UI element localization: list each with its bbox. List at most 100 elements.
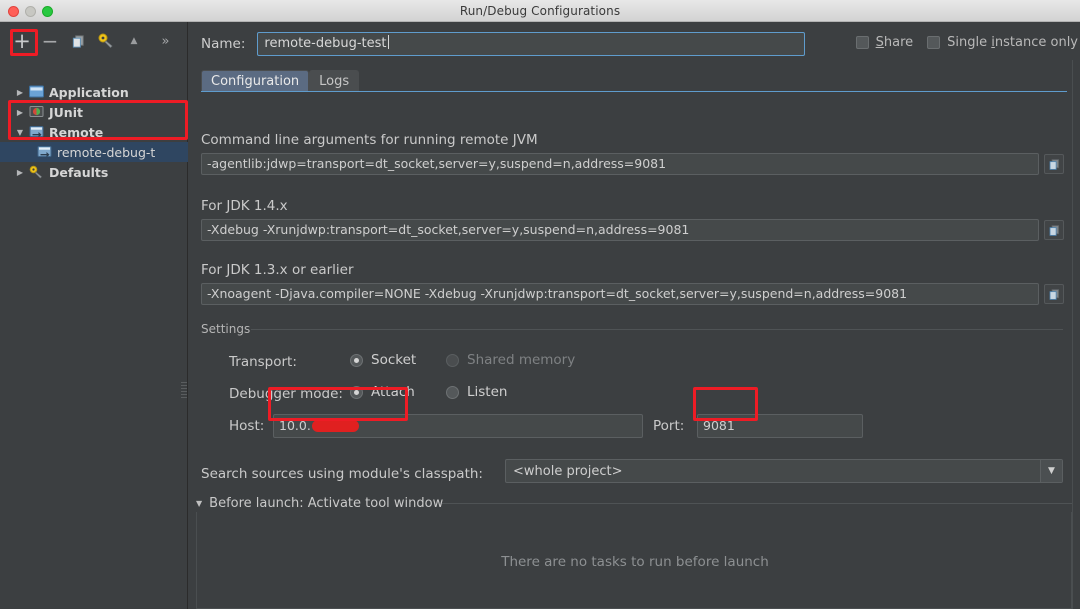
- checkbox-box[interactable]: [856, 36, 869, 49]
- wrench-icon: [98, 33, 114, 49]
- tree-item-application[interactable]: ▶ Application: [0, 82, 188, 102]
- tree-item-junit[interactable]: ▶ JUnit: [0, 102, 188, 122]
- configuration-tab-content: Command line arguments for running remot…: [189, 92, 1080, 504]
- radio-label: Listen: [467, 384, 507, 400]
- before-launch-header[interactable]: ▼ Before launch: Activate tool window: [196, 496, 443, 511]
- tree-item-label: Remote: [49, 125, 103, 140]
- debugger-mode-attach-radio[interactable]: Attach: [350, 384, 415, 400]
- add-configuration-button[interactable]: +: [10, 30, 34, 52]
- host-value: 10.0.: [279, 418, 311, 433]
- chevron-down-icon[interactable]: ▼: [196, 499, 202, 508]
- overflow-toolbar-button[interactable]: »: [150, 30, 174, 52]
- transport-socket-radio[interactable]: Socket: [350, 352, 416, 368]
- before-launch-tasks-list[interactable]: There are no tasks to run before launch: [196, 512, 1072, 609]
- checkbox-box[interactable]: [927, 36, 940, 49]
- copy-configuration-button[interactable]: [66, 30, 90, 52]
- close-window-button[interactable]: [8, 6, 19, 17]
- jdk13-label: For JDK 1.3.x or earlier: [201, 262, 354, 278]
- debugger-mode-label: Debugger mode:: [229, 386, 343, 402]
- move-up-button[interactable]: ▲: [122, 30, 146, 52]
- tab-logs[interactable]: Logs: [309, 70, 359, 92]
- tree-item-label: JUnit: [49, 105, 83, 120]
- double-chevron-right-icon: »: [162, 34, 170, 49]
- chevron-right-icon[interactable]: ▶: [12, 88, 28, 97]
- remote-config-icon: [36, 145, 53, 159]
- window-title: Run/Debug Configurations: [0, 4, 1080, 18]
- redaction-overlay: [312, 420, 359, 432]
- sidebar-toolbar: + − ▲ »: [0, 28, 188, 54]
- share-label: Share: [876, 35, 914, 50]
- radio-button[interactable]: [350, 354, 363, 367]
- panel-right-edge: [1072, 60, 1073, 609]
- host-input[interactable]: 10.0.: [273, 414, 643, 438]
- before-launch-empty-text: There are no tasks to run before launch: [197, 554, 1073, 570]
- configurations-tree: ▶ Application ▶ JUnit ▼: [0, 82, 188, 182]
- tree-item-label: Defaults: [49, 165, 108, 180]
- single-instance-label: Single instance only: [947, 35, 1078, 50]
- jdk14-field[interactable]: -Xdebug -Xrunjdwp:transport=dt_socket,se…: [201, 219, 1039, 241]
- remote-icon: [28, 125, 45, 139]
- defaults-icon: [28, 165, 45, 179]
- copy-jdk14-button[interactable]: [1044, 220, 1064, 240]
- classpath-value: <whole project>: [506, 464, 1040, 479]
- editor-tabs: Configuration Logs: [201, 68, 359, 92]
- radio-button[interactable]: [350, 386, 363, 399]
- copy-icon: [71, 34, 86, 49]
- host-label: Host:: [229, 418, 264, 434]
- application-icon: [28, 85, 45, 99]
- radio-button: [446, 354, 459, 367]
- before-launch-title: Before launch: Activate tool window: [209, 496, 443, 511]
- text-cursor: [388, 35, 389, 49]
- port-label: Port:: [653, 418, 684, 434]
- jdk14-label: For JDK 1.4.x: [201, 198, 288, 214]
- minimize-window-button[interactable]: [25, 6, 36, 17]
- name-input-value: remote-debug-test: [264, 36, 386, 51]
- radio-button[interactable]: [446, 386, 459, 399]
- classpath-combo[interactable]: <whole project> ▼: [505, 459, 1063, 483]
- jdk13-field[interactable]: -Xnoagent -Djava.compiler=NONE -Xdebug -…: [201, 283, 1039, 305]
- header-checkboxes: Share Single instance only: [856, 35, 1078, 50]
- chevron-down-icon[interactable]: ▼: [1040, 460, 1062, 482]
- edit-templates-button[interactable]: [94, 30, 118, 52]
- name-label: Name:: [201, 36, 245, 52]
- tree-item-label: Application: [49, 85, 129, 100]
- panel-splitter-handle[interactable]: [181, 382, 187, 402]
- group-divider: [251, 329, 1063, 330]
- radio-label: Socket: [371, 352, 416, 368]
- tab-configuration[interactable]: Configuration: [201, 70, 309, 92]
- port-input[interactable]: 9081: [697, 414, 863, 438]
- copy-icon: [1048, 288, 1061, 301]
- cmdline-label: Command line arguments for running remot…: [201, 132, 538, 148]
- triangle-up-icon: ▲: [131, 36, 138, 46]
- before-launch-divider: [442, 503, 1072, 504]
- configurations-sidebar: + − ▲ »: [0, 22, 188, 609]
- minus-icon: −: [42, 34, 59, 48]
- copy-icon: [1048, 224, 1061, 237]
- plus-icon: +: [13, 32, 31, 50]
- copy-cmdline-button[interactable]: [1044, 154, 1064, 174]
- junit-icon: [28, 105, 45, 119]
- single-instance-only-checkbox[interactable]: Single instance only: [927, 35, 1078, 50]
- debugger-mode-listen-radio[interactable]: Listen: [446, 384, 507, 400]
- window-titlebar: Run/Debug Configurations: [0, 0, 1080, 22]
- name-input[interactable]: remote-debug-test: [257, 32, 805, 56]
- tree-item-defaults[interactable]: ▶ Defaults: [0, 162, 188, 182]
- tree-item-remote-debug-test[interactable]: remote-debug-t: [0, 142, 188, 162]
- share-checkbox[interactable]: Share: [856, 35, 914, 50]
- chevron-right-icon[interactable]: ▶: [12, 108, 28, 117]
- zoom-window-button[interactable]: [42, 6, 53, 17]
- remove-configuration-button[interactable]: −: [38, 30, 62, 52]
- radio-label: Shared memory: [467, 352, 575, 368]
- tree-item-label: remote-debug-t: [57, 145, 155, 160]
- copy-icon: [1048, 158, 1061, 171]
- cmdline-field[interactable]: -agentlib:jdwp=transport=dt_socket,serve…: [201, 153, 1039, 175]
- window-controls: [8, 6, 53, 17]
- settings-group-title: Settings: [201, 322, 256, 336]
- transport-shared-memory-radio: Shared memory: [446, 352, 575, 368]
- transport-label: Transport:: [229, 354, 297, 370]
- name-row: Name: remote-debug-test: [201, 32, 805, 56]
- chevron-down-icon[interactable]: ▼: [12, 128, 28, 137]
- copy-jdk13-button[interactable]: [1044, 284, 1064, 304]
- tree-item-remote[interactable]: ▼ Remote: [0, 122, 188, 142]
- chevron-right-icon[interactable]: ▶: [12, 168, 28, 177]
